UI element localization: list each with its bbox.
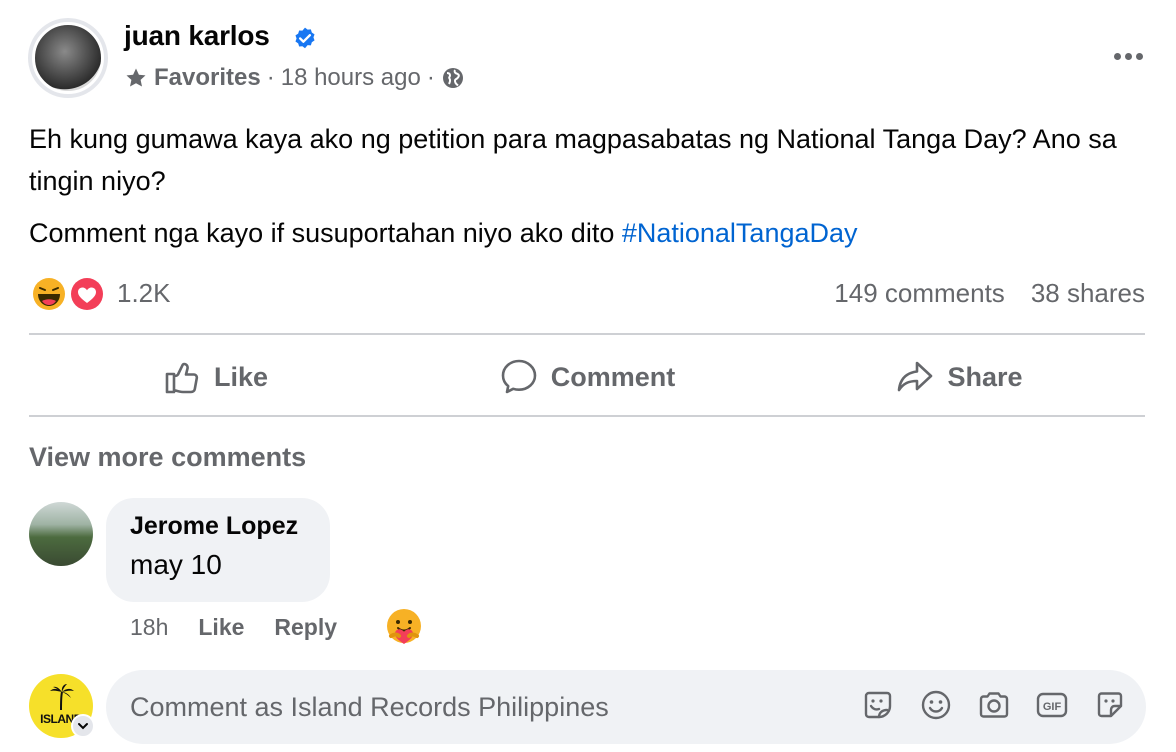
- comment-meta: 18h Like Reply: [130, 614, 337, 641]
- comment-label: Comment: [550, 361, 676, 392]
- globe-icon: [442, 68, 463, 88]
- camera-icon: [979, 692, 1009, 718]
- dot-icon: [1135, 52, 1143, 60]
- view-more-comments-link[interactable]: View more comments: [29, 442, 306, 473]
- share-arrow-icon: [898, 361, 933, 392]
- care-icon[interactable]: [383, 606, 425, 648]
- hashtag-link[interactable]: #NationalTangaDay: [622, 218, 858, 248]
- more-options-button[interactable]: [1108, 44, 1148, 68]
- comment-reply-button[interactable]: Reply: [274, 614, 337, 641]
- emoji-button[interactable]: [918, 687, 954, 723]
- comment-author[interactable]: Jerome Lopez: [130, 512, 306, 541]
- comment-bubble: Jerome Lopez may 10: [106, 498, 330, 602]
- haha-icon: [31, 276, 67, 312]
- like-label: Like: [213, 361, 269, 392]
- author-name[interactable]: juan karlos: [124, 20, 270, 52]
- star-icon: [126, 68, 146, 87]
- favorites-label[interactable]: Favorites: [154, 64, 261, 92]
- comment-composer: GIF: [106, 670, 1146, 744]
- chevron-down-icon: [78, 723, 88, 730]
- share-button[interactable]: Share: [773, 338, 1145, 416]
- like-button[interactable]: Like: [29, 338, 401, 416]
- profile-switcher-button[interactable]: [71, 714, 95, 738]
- composer-tools: GIF: [860, 687, 1128, 723]
- author-avatar[interactable]: [28, 18, 108, 98]
- reaction-count[interactable]: 1.2K: [117, 278, 171, 309]
- comment-text: may 10: [130, 549, 222, 580]
- meta-separator: ·: [426, 64, 435, 91]
- palm-tree-icon: [50, 684, 74, 711]
- divider: [29, 333, 1145, 335]
- camera-button[interactable]: [976, 687, 1012, 723]
- post-meta: Favorites · 18 hours ago ·: [124, 64, 465, 92]
- comment-input[interactable]: [130, 686, 830, 728]
- speech-bubble-icon: [501, 359, 537, 394]
- dot-icon: [1113, 52, 1121, 60]
- post-stats: 1.2K 149 comments 38 shares: [29, 272, 1145, 316]
- verified-badge-icon: [295, 27, 315, 49]
- comment-button[interactable]: Comment: [401, 338, 773, 416]
- post-text-paragraph: Eh kung gumawa kaya ako ng petition para…: [29, 124, 1117, 196]
- sticker-button[interactable]: [860, 687, 896, 723]
- meta-separator: ·: [266, 64, 275, 91]
- post-header: juan karlos Favorites · 18 hours ago ·: [28, 18, 1148, 98]
- commenter-avatar[interactable]: [29, 502, 93, 566]
- thumbs-up-icon: [165, 362, 199, 394]
- post-text-span: Comment nga kayo if susuportahan niyo ak…: [29, 218, 622, 248]
- post-time[interactable]: 18 hours ago: [281, 64, 421, 92]
- comment-count[interactable]: 149 comments: [834, 278, 1005, 309]
- author-avatar-photo: [32, 22, 104, 94]
- comment-time[interactable]: 18h: [130, 614, 168, 641]
- dot-icon: [1124, 52, 1132, 60]
- divider: [29, 415, 1145, 417]
- action-bar: Like Comment Share: [29, 338, 1145, 416]
- reaction-icons[interactable]: [29, 274, 109, 314]
- comment-like-button[interactable]: Like: [198, 614, 244, 641]
- sticker-icon: [864, 691, 892, 719]
- gif-icon: GIF: [1036, 692, 1068, 718]
- avatar-sticker-icon: [1097, 692, 1123, 718]
- share-label: Share: [947, 361, 1023, 392]
- gif-button[interactable]: GIF: [1034, 687, 1070, 723]
- emoji-icon: [921, 690, 951, 720]
- stats-right: 149 comments 38 shares: [834, 278, 1145, 309]
- post-body: Eh kung gumawa kaya ako ng petition para…: [29, 118, 1129, 264]
- post-text-paragraph: Comment nga kayo if susuportahan niyo ak…: [29, 212, 1129, 254]
- avatar-sticker-button[interactable]: [1092, 687, 1128, 723]
- share-count[interactable]: 38 shares: [1031, 278, 1145, 309]
- svg-text:GIF: GIF: [1043, 701, 1062, 713]
- love-icon: [69, 276, 105, 312]
